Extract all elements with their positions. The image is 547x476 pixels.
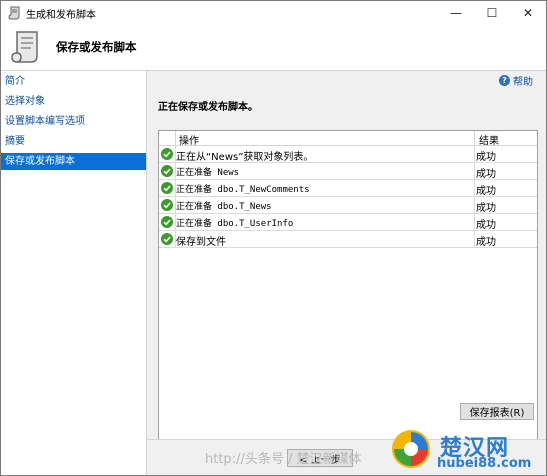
success-check-icon (161, 233, 173, 245)
column-header-result: 结果 (479, 136, 499, 147)
table-row[interactable]: 正在准备 dbo.T_UserInfo 成功 (159, 214, 537, 231)
help-icon: ? (499, 75, 510, 86)
operation-cell: 正在准备 dbo.T_NewComments (176, 185, 310, 195)
maximize-button[interactable]: ☐ (474, 1, 510, 25)
help-link[interactable]: ? 帮助 (499, 73, 533, 88)
success-check-icon (161, 216, 173, 228)
main-content: ? 帮助 正在保存或发布脚本。 操作 结果 正在从“News”获取对象列表。 成… (147, 71, 546, 475)
table-row[interactable]: 正在准备 News 成功 (159, 163, 537, 180)
window-title: 生成和发布脚本 (26, 10, 96, 21)
result-cell: 成功 (476, 203, 496, 214)
watermark-text: http://头条号 / 楚汉新媒体 (205, 452, 362, 467)
operation-cell: 保存到文件 (176, 237, 226, 248)
result-cell: 成功 (476, 220, 496, 231)
nav-item-summary[interactable]: 摘要 (1, 133, 146, 150)
result-cell: 成功 (476, 237, 496, 248)
status-heading: 正在保存或发布脚本。 (158, 102, 258, 113)
generate-scripts-window: 生成和发布脚本 — ☐ ✕ 保存或发布脚本 简介 选择对象 设置脚本编写选项 摘… (0, 0, 547, 476)
save-report-button[interactable]: 保存报表(R) (460, 403, 534, 420)
success-check-icon (161, 148, 173, 160)
watermark-domain: hubei88.com (437, 456, 532, 471)
operation-cell: 正在准备 dbo.T_News (176, 202, 272, 212)
help-label: 帮助 (513, 77, 533, 88)
result-cell: 成功 (476, 186, 496, 197)
wizard-nav: 简介 选择对象 设置脚本编写选项 摘要 保存或发布脚本 (1, 71, 147, 475)
page-header: 保存或发布脚本 (1, 25, 546, 71)
script-scroll-icon (8, 6, 20, 20)
title-bar: 生成和发布脚本 — ☐ ✕ (1, 1, 546, 25)
table-row[interactable]: 正在从“News”获取对象列表。 成功 (159, 146, 537, 163)
minimize-button[interactable]: — (438, 1, 474, 25)
close-button[interactable]: ✕ (510, 1, 546, 25)
table-row[interactable]: 正在准备 dbo.T_News 成功 (159, 197, 537, 214)
operation-cell: 正在准备 News (176, 168, 240, 178)
table-header: 操作 结果 (159, 131, 537, 147)
result-cell: 成功 (476, 169, 496, 180)
success-check-icon (161, 199, 173, 211)
success-check-icon (161, 165, 173, 177)
nav-item-intro[interactable]: 简介 (1, 73, 146, 90)
script-scroll-icon (11, 31, 38, 63)
result-cell: 成功 (476, 152, 496, 163)
nav-item-choose-objects[interactable]: 选择对象 (1, 93, 146, 110)
table-row[interactable]: 保存到文件 成功 (159, 231, 537, 248)
column-header-operation: 操作 (179, 136, 199, 147)
success-check-icon (161, 182, 173, 194)
nav-item-save-or-publish[interactable]: 保存或发布脚本 (1, 153, 146, 170)
page-title: 保存或发布脚本 (56, 40, 137, 54)
brand-logo-icon (392, 430, 430, 468)
operation-cell: 正在准备 dbo.T_UserInfo (176, 219, 294, 229)
table-row[interactable]: 正在准备 dbo.T_NewComments 成功 (159, 180, 537, 197)
nav-item-scripting-options[interactable]: 设置脚本编写选项 (1, 113, 146, 130)
operation-cell: 正在从“News”获取对象列表。 (176, 152, 314, 163)
